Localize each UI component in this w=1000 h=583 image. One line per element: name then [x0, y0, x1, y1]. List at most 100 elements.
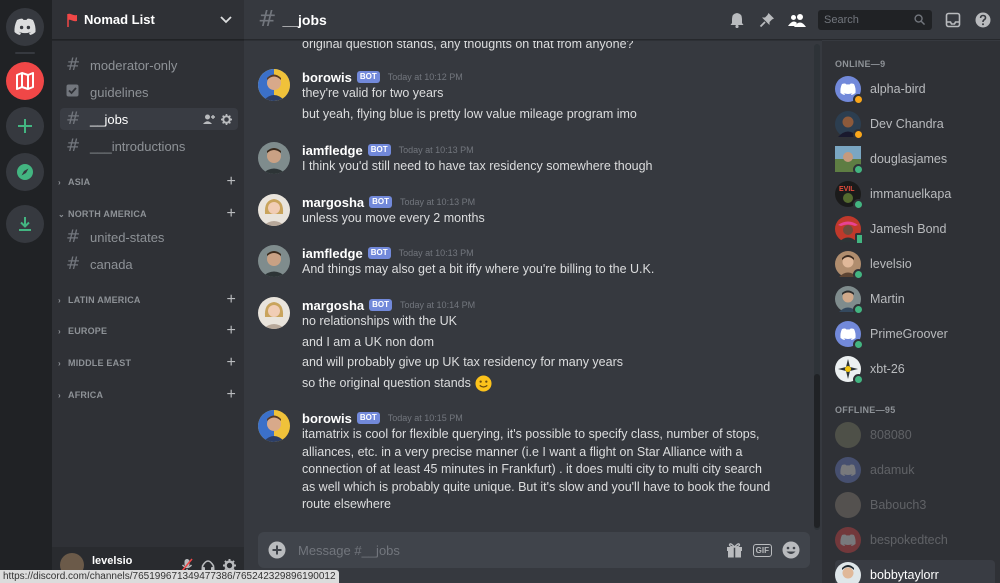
add-channel-icon[interactable]: +: [226, 386, 236, 404]
avatar[interactable]: [258, 410, 290, 442]
category-latin-america[interactable]: › LATIN AMERICA +: [58, 291, 238, 309]
download-apps-icon[interactable]: [6, 205, 44, 243]
chevron-right-icon: ›: [58, 326, 61, 336]
bell-icon[interactable]: [722, 12, 752, 28]
browser-status-url: https://discord.com/channels/76519967134…: [0, 570, 339, 583]
member-name: Dev Chandra: [870, 117, 944, 131]
member-name: douglasjames: [870, 152, 948, 166]
slightly-smiling-emoji-icon[interactable]: [475, 374, 492, 392]
explore-servers-icon[interactable]: [6, 153, 44, 191]
member-bobbytaylorr[interactable]: bobbytaylorr: [835, 560, 995, 583]
gif-picker-button[interactable]: GIF: [752, 543, 772, 557]
member-dev-chandra[interactable]: Dev Chandra: [835, 109, 995, 140]
member-alpha-bird[interactable]: alpha-bird: [835, 74, 995, 105]
status-idle-icon: [853, 94, 864, 105]
avatar: [835, 286, 864, 315]
server-rail: [0, 0, 52, 583]
nomad-list-server-icon[interactable]: [6, 62, 44, 100]
status-online-icon: [853, 304, 864, 315]
add-channel-icon[interactable]: +: [226, 322, 236, 340]
channel-united-states[interactable]: # united-states: [60, 226, 238, 248]
gear-icon[interactable]: [221, 113, 232, 125]
gift-icon[interactable]: [726, 542, 743, 558]
message-text: I think you'd still need to have tax res…: [302, 159, 653, 173]
category-africa[interactable]: › AFRICA +: [58, 386, 238, 404]
status-idle-icon: [853, 129, 864, 140]
member-babouch3[interactable]: Babouch3: [835, 490, 995, 520]
member-list-icon[interactable]: [782, 12, 812, 28]
avatar[interactable]: [258, 194, 290, 226]
add-channel-icon[interactable]: +: [226, 354, 236, 372]
hash-icon: #: [66, 135, 81, 156]
channel-guidelines[interactable]: guidelines: [60, 81, 238, 103]
member-bespokedtech[interactable]: bespokedtech: [835, 525, 995, 555]
status-online-icon: [853, 269, 864, 280]
message-list[interactable]: original question stands, any thoughts o…: [244, 41, 810, 525]
member-douglasjames[interactable]: douglasjames: [835, 144, 995, 175]
emoji-picker-icon[interactable]: [782, 541, 800, 559]
message-author[interactable]: borowis: [302, 411, 352, 426]
message-timestamp: Today at 10:13 PM: [398, 248, 474, 258]
discord-home-icon[interactable]: [6, 8, 44, 46]
search-box[interactable]: [818, 9, 932, 30]
help-icon[interactable]: [968, 12, 998, 28]
add-server-icon[interactable]: [6, 107, 44, 145]
message-timestamp: Today at 10:12 PM: [387, 72, 463, 82]
member-levelsio[interactable]: levelsio: [835, 249, 995, 280]
bot-badge: BOT: [367, 247, 391, 259]
message-author[interactable]: margosha: [302, 195, 364, 210]
message-text: And things may also get a bit iffy where…: [302, 262, 655, 276]
channel-moderator-only[interactable]: # moderator-only: [60, 54, 238, 76]
message-author[interactable]: iamfledge: [302, 143, 363, 158]
search-input[interactable]: [824, 13, 914, 26]
avatar[interactable]: [258, 245, 290, 277]
add-channel-icon[interactable]: +: [226, 291, 236, 309]
category-north-america[interactable]: ⌄ NORTH AMERICA +: [58, 205, 238, 223]
channel-introductions[interactable]: # ___introductions: [60, 135, 238, 157]
message-timestamp: Today at 10:14 PM: [400, 300, 476, 310]
category-middle-east[interactable]: › MIDDLE EAST +: [58, 354, 238, 372]
member-808080[interactable]: 808080: [835, 420, 995, 450]
message-text: original question stands, any thoughts o…: [302, 41, 634, 51]
scrollbar-thumb[interactable]: [814, 374, 820, 528]
message-text: itamatrix is cool for flexible querying,…: [302, 427, 771, 511]
avatar: [835, 251, 864, 280]
avatar[interactable]: [258, 297, 290, 329]
member-immanuelkapa[interactable]: EVIL immanuelkapa: [835, 179, 995, 210]
hash-icon: #: [66, 226, 81, 247]
chevron-down-icon[interactable]: [220, 15, 232, 24]
pin-icon[interactable]: [752, 12, 782, 28]
message-composer: GIF: [258, 532, 810, 568]
add-channel-icon[interactable]: +: [226, 173, 236, 191]
guild-header[interactable]: Nomad List: [52, 0, 244, 40]
bot-badge: BOT: [356, 412, 380, 424]
message-author[interactable]: borowis: [302, 70, 352, 85]
channel-canada[interactable]: # canada: [60, 253, 238, 275]
member-primegroover[interactable]: PrimeGroover: [835, 319, 995, 350]
status-online-icon: [853, 339, 864, 350]
inbox-icon[interactable]: [938, 12, 968, 28]
add-channel-icon[interactable]: +: [226, 205, 236, 223]
member-jamesh-bond[interactable]: Jamesh Bond: [835, 214, 995, 245]
message-author[interactable]: iamfledge: [302, 246, 363, 261]
bot-badge: BOT: [367, 144, 391, 156]
avatar[interactable]: [258, 142, 290, 174]
avatar: [835, 356, 864, 385]
attach-plus-icon[interactable]: [268, 541, 286, 559]
avatar[interactable]: [258, 69, 290, 101]
member-name: PrimeGroover: [870, 327, 948, 341]
rail-separator: [15, 52, 35, 54]
member-adamuk[interactable]: adamuk: [835, 455, 995, 485]
nomad-flag-icon: [67, 13, 77, 27]
bot-badge: BOT: [369, 196, 393, 208]
category-europe[interactable]: › EUROPE +: [58, 322, 238, 340]
category-asia[interactable]: › ASIA +: [58, 173, 238, 191]
message-input[interactable]: [298, 542, 716, 558]
channel-jobs[interactable]: # __jobs: [60, 108, 238, 130]
message-text: they're valid for two years: [302, 86, 444, 100]
message-author[interactable]: margosha: [302, 298, 364, 313]
member-xbt-26[interactable]: xbt-26: [835, 354, 995, 385]
member-martin[interactable]: Martin: [835, 284, 995, 315]
rules-checkbox-icon: [66, 84, 86, 101]
invite-member-icon[interactable]: [203, 114, 215, 125]
